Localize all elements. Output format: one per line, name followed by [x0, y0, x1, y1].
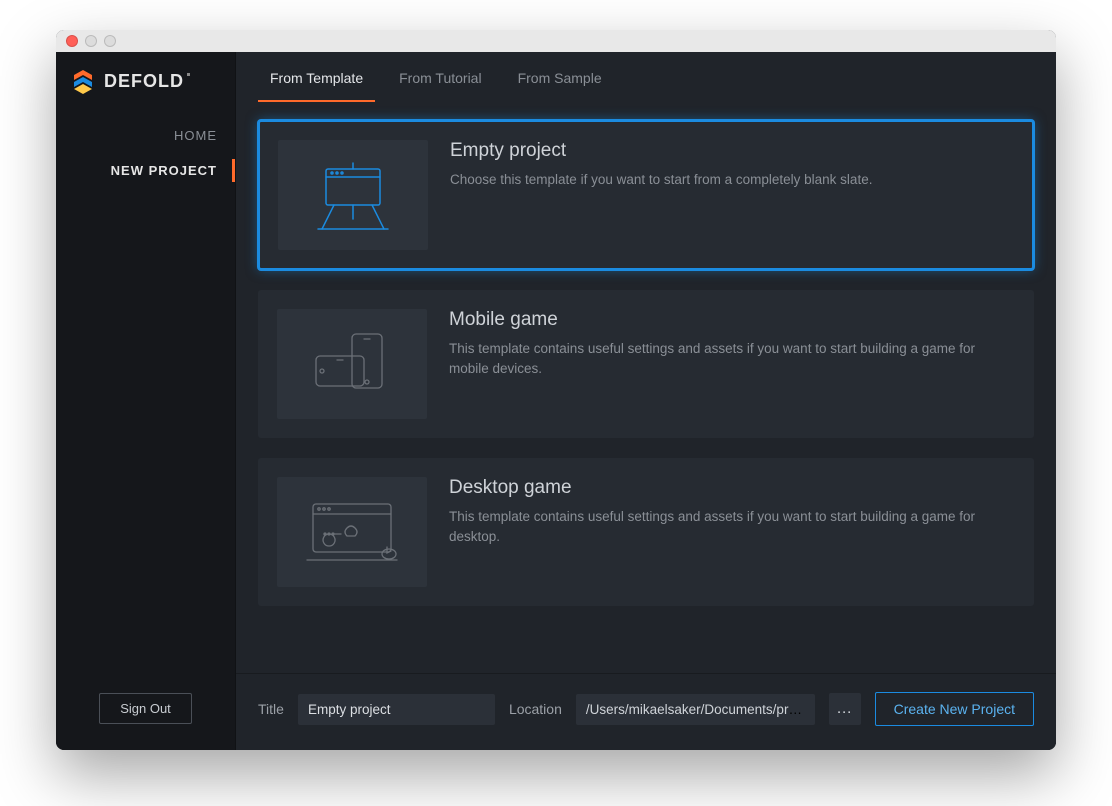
window-close-icon[interactable]: [66, 35, 78, 47]
tab-from-template[interactable]: From Template: [258, 52, 375, 102]
defold-logo-icon: [70, 68, 96, 94]
sidebar: DEFOLD HOME NEW PROJECT Sign Out: [56, 52, 236, 750]
tab-from-sample[interactable]: From Sample: [506, 52, 614, 102]
nav: HOME NEW PROJECT: [56, 118, 235, 188]
template-card-desktop[interactable]: Desktop game This template contains usef…: [258, 458, 1034, 606]
window-zoom-icon[interactable]: [104, 35, 116, 47]
tab-label: From Tutorial: [399, 70, 481, 86]
template-description: This template contains useful settings a…: [449, 339, 1015, 380]
tab-from-tutorial[interactable]: From Tutorial: [387, 52, 493, 102]
title-label: Title: [258, 701, 284, 717]
template-description: Choose this template if you want to star…: [450, 170, 1014, 190]
easel-icon: [308, 155, 398, 235]
project-location-input[interactable]: /Users/mikaelsaker/Documents/projects/Em…: [576, 694, 815, 725]
tab-label: From Template: [270, 70, 363, 86]
brand-name: DEFOLD: [104, 71, 184, 92]
sign-out-button[interactable]: Sign Out: [99, 693, 192, 724]
main: From Template From Tutorial From Sample: [236, 52, 1056, 750]
template-card-empty[interactable]: Empty project Choose this template if yo…: [258, 120, 1034, 270]
template-title: Desktop game: [449, 477, 1015, 499]
devices-icon: [302, 324, 402, 404]
location-base: /Users/mikaelsaker/Documents/projects/: [586, 702, 815, 717]
sidebar-item-home[interactable]: HOME: [56, 118, 235, 153]
project-title-input[interactable]: [298, 694, 495, 725]
more-icon: …: [836, 700, 853, 718]
bottom-bar: Title Location /Users/mikaelsaker/Docume…: [236, 673, 1056, 750]
template-list: Empty project Choose this template if yo…: [236, 102, 1056, 673]
brand: DEFOLD: [56, 52, 235, 114]
sidebar-item-label: HOME: [174, 128, 217, 143]
template-thumb: [278, 140, 428, 250]
create-new-project-button[interactable]: Create New Project: [875, 692, 1034, 726]
template-thumb: [277, 477, 427, 587]
sidebar-item-label: NEW PROJECT: [111, 163, 217, 178]
template-thumb: [277, 309, 427, 419]
template-title: Mobile game: [449, 309, 1015, 331]
window-minimize-icon[interactable]: [85, 35, 97, 47]
sidebar-item-new-project[interactable]: NEW PROJECT: [56, 153, 235, 188]
template-title: Empty project: [450, 140, 1014, 162]
template-card-mobile[interactable]: Mobile game This template contains usefu…: [258, 290, 1034, 438]
desktop-icon: [297, 492, 407, 572]
tabs: From Template From Tutorial From Sample: [236, 52, 1056, 102]
tab-label: From Sample: [518, 70, 602, 86]
browse-location-button[interactable]: …: [829, 693, 861, 725]
app-window: DEFOLD HOME NEW PROJECT Sign Out From Te…: [56, 30, 1056, 750]
location-label: Location: [509, 701, 562, 717]
template-description: This template contains useful settings a…: [449, 507, 1015, 548]
titlebar: [56, 30, 1056, 52]
